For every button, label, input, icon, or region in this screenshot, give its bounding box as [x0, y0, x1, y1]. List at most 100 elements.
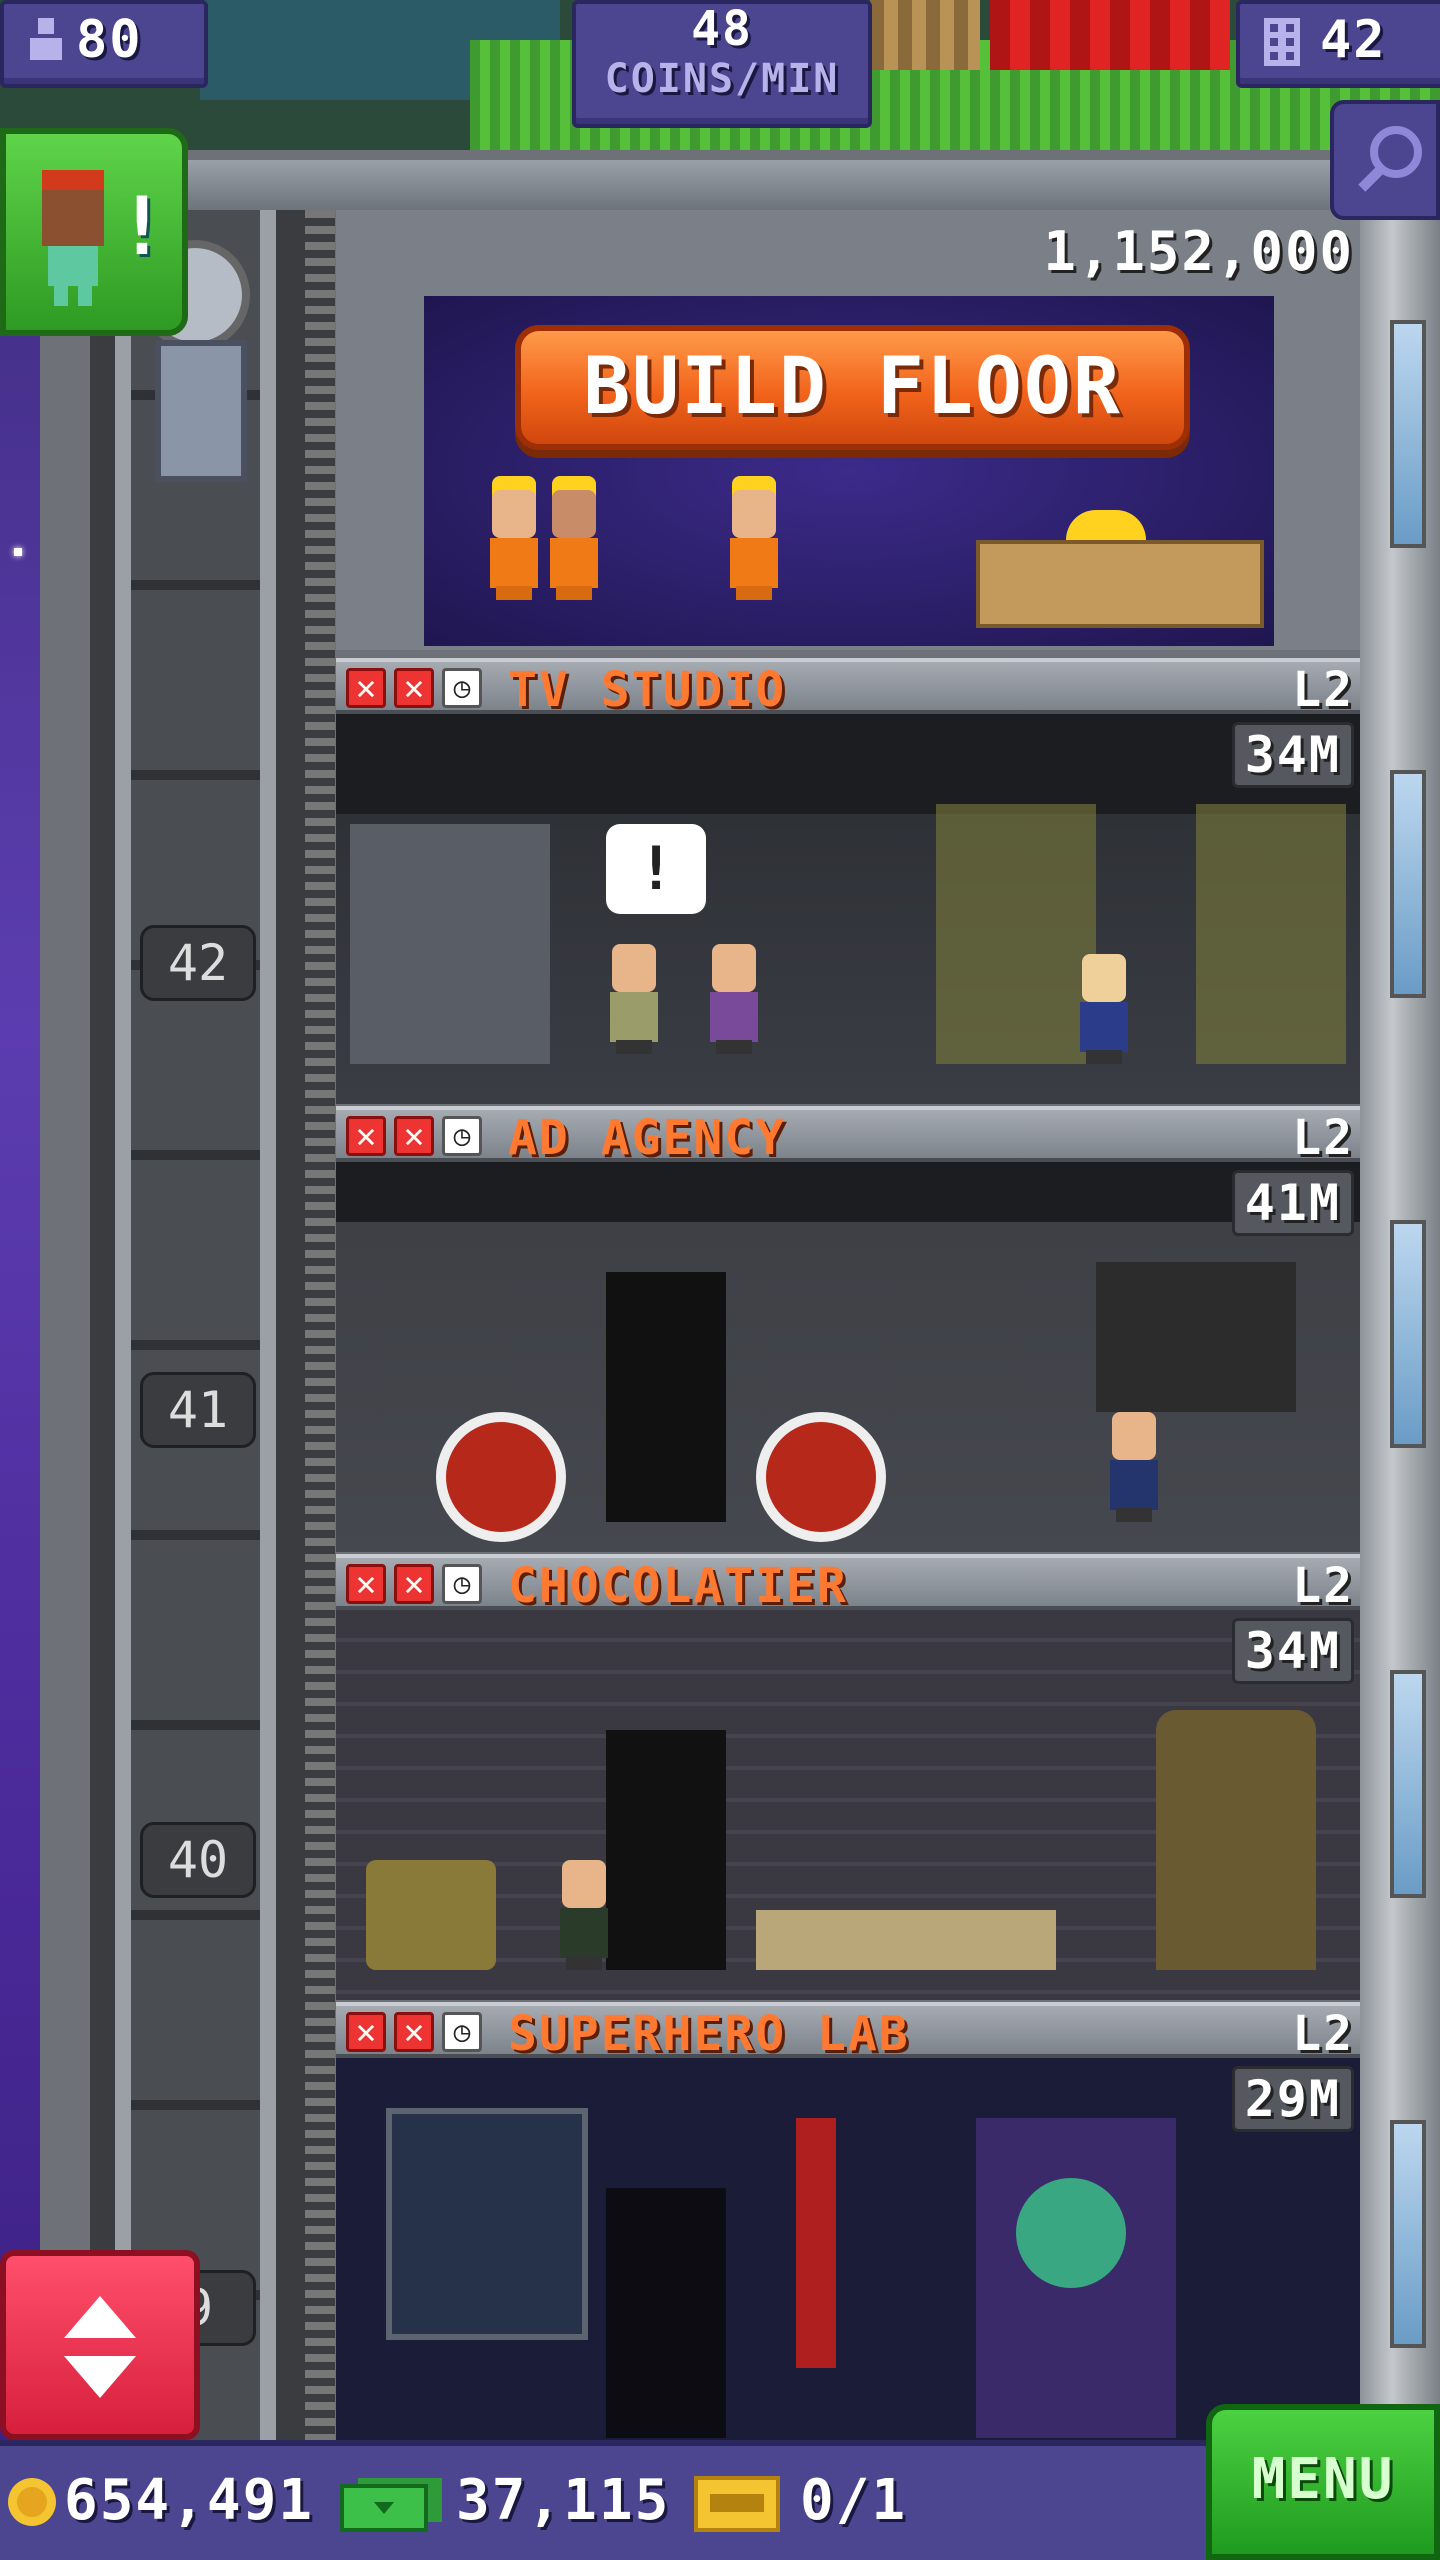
floor-status-icons: ✕ ✕ ◷	[346, 1564, 482, 1608]
scroll-up-down-button[interactable]	[0, 2250, 200, 2440]
x-icon: ✕	[346, 1564, 386, 1604]
floor-earnings: 41M	[1231, 1170, 1354, 1236]
floor-header: ✕ ✕ ◷ SUPERHERO LAB L2	[336, 2002, 1360, 2062]
floor-number-label: 40	[140, 1822, 256, 1898]
floors-display[interactable]: 42	[1236, 0, 1440, 88]
side-window	[1390, 770, 1426, 998]
floor-status-icons: ✕ ✕ ◷	[346, 668, 482, 712]
build-floor-button[interactable]: BUILD FLOOR	[515, 325, 1190, 450]
coins-per-min-label: COINS/MIN	[604, 56, 840, 102]
side-window	[1390, 320, 1426, 548]
elevator-rail-left	[115, 210, 131, 2450]
floors-value: 42	[1320, 10, 1387, 70]
hologram-globe	[1016, 2178, 1126, 2288]
plant	[1196, 804, 1346, 1064]
coins-per-min-display: 48 COINS/MIN	[572, 0, 872, 128]
floor-earnings: 34M	[1231, 722, 1354, 788]
floor-earnings: 34M	[1231, 1618, 1354, 1684]
alert-mark: !	[117, 180, 168, 273]
floor-level: L2	[1292, 662, 1354, 718]
population-value: 80	[76, 10, 143, 70]
visitor-notification[interactable]: !	[0, 128, 188, 336]
floor-header: ✕ ✕ ◷ TV STUDIO L2	[336, 658, 1360, 718]
floor-status-icons: ✕ ✕ ◷	[346, 1116, 482, 1160]
up-down-icon	[60, 2296, 140, 2421]
x-icon: ✕	[394, 1564, 434, 1604]
floor-name: AD AGENCY	[508, 1110, 787, 1166]
menu-button[interactable]: MENU	[1206, 2404, 1440, 2560]
speech-bubble: !	[606, 824, 706, 914]
construction-worker	[546, 490, 602, 600]
visitor-icon	[28, 170, 118, 310]
chocolate-pot	[366, 1860, 496, 1970]
door	[606, 1272, 726, 1522]
hero-blueprint	[386, 2108, 588, 2340]
chocolate-tank	[1156, 1710, 1316, 1970]
floor-earnings: 29M	[1231, 2066, 1354, 2132]
floor-tv-studio[interactable]: ✕ ✕ ◷ TV STUDIO L2 ! 34M	[336, 658, 1360, 1104]
ad-agency-room	[336, 1162, 1360, 1552]
coins-value: 654,491	[64, 2468, 315, 2533]
equipment-rack	[350, 824, 550, 1064]
rooftop-wood	[870, 0, 980, 70]
floor-name: CHOCOLATIER	[508, 1558, 848, 1614]
worker	[556, 1860, 612, 1970]
worker	[706, 944, 762, 1054]
construction-worker	[726, 490, 782, 600]
ticket-icon	[694, 2476, 780, 2532]
build-floor-cost: 1,152,000	[1043, 220, 1354, 283]
elevator-cab	[155, 340, 247, 482]
bux-icon	[340, 2476, 444, 2532]
side-window	[1390, 1670, 1426, 1898]
tickets-value: 0/1	[800, 2468, 908, 2533]
side-window	[1390, 2120, 1426, 2348]
zoom-button[interactable]	[1330, 100, 1440, 220]
floor-name: TV STUDIO	[508, 662, 787, 718]
x-icon: ✕	[346, 2012, 386, 2052]
rooftop-curtain	[990, 0, 1230, 70]
clock-icon: ◷	[442, 668, 482, 708]
floor-level: L2	[1292, 2006, 1354, 2062]
construction-worker	[486, 490, 542, 600]
zoom-icon	[1352, 122, 1428, 198]
floor-header: ✕ ✕ ◷ CHOCOLATIER L2	[336, 1554, 1360, 1614]
x-icon: ✕	[346, 1116, 386, 1156]
floor-level: L2	[1292, 1110, 1354, 1166]
floor-name: SUPERHERO LAB	[508, 2006, 910, 2062]
floor-superhero-lab[interactable]: ✕ ✕ ◷ SUPERHERO LAB L2 29M	[336, 2002, 1360, 2440]
superhero-lab-room	[336, 2058, 1360, 2440]
x-icon: ✕	[394, 2012, 434, 2052]
bux-value: 37,115	[456, 2468, 671, 2533]
egg-chair	[756, 1412, 886, 1542]
floors-icon	[1262, 16, 1302, 68]
door	[606, 2188, 726, 2438]
floor-header: ✕ ✕ ◷ AD AGENCY L2	[336, 1106, 1360, 1166]
floor-chocolatier[interactable]: ✕ ✕ ◷ CHOCOLATIER L2 34M	[336, 1554, 1360, 2000]
plant	[936, 804, 1096, 1064]
x-icon: ✕	[394, 668, 434, 708]
clock-icon: ◷	[442, 2012, 482, 2052]
worker	[1076, 954, 1132, 1064]
door	[606, 1730, 726, 1970]
dna-tube	[796, 2118, 836, 2368]
side-window	[1390, 1220, 1426, 1448]
crate-stack	[976, 540, 1264, 628]
floor-status-icons: ✕ ✕ ◷	[346, 2012, 482, 2056]
floor-ad-agency[interactable]: ✕ ✕ ◷ AD AGENCY L2 41M	[336, 1106, 1360, 1552]
floor-number-label: 42	[140, 925, 256, 1001]
worker	[1106, 1412, 1162, 1522]
tv-studio-room: !	[336, 714, 1360, 1104]
clock-icon: ◷	[442, 1116, 482, 1156]
egg-chair	[436, 1412, 566, 1542]
wall-display	[1096, 1262, 1296, 1412]
floor-level: L2	[1292, 1558, 1354, 1614]
elevator-shaft-panels	[130, 210, 270, 2450]
counter	[756, 1910, 1056, 1970]
population-display[interactable]: 80	[0, 0, 208, 88]
worker	[606, 944, 662, 1054]
elevator-rail-right	[260, 210, 276, 2450]
floor-number-label: 41	[140, 1372, 256, 1448]
x-icon: ✕	[346, 668, 386, 708]
coin-icon	[6, 2476, 58, 2528]
clock-icon: ◷	[442, 1564, 482, 1604]
